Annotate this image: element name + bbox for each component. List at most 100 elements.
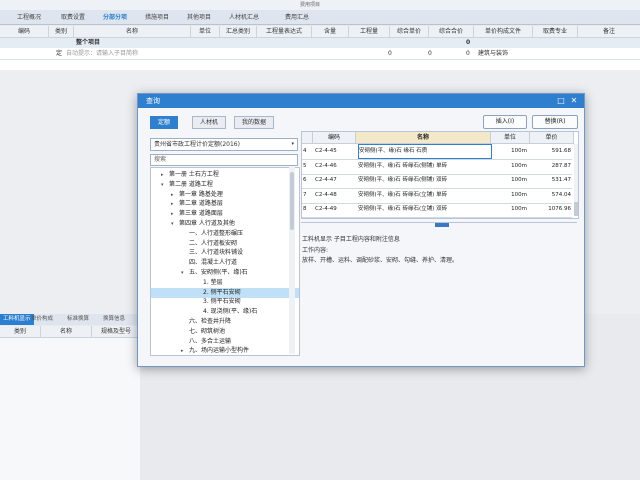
- col-header-price[interactable]: 单价: [530, 132, 574, 144]
- close-icon[interactable]: ✕: [569, 95, 579, 106]
- collapse-icon[interactable]: ▾: [181, 268, 189, 278]
- col-header-quantity[interactable]: 工程量: [349, 26, 390, 38]
- col-header-unit-price[interactable]: 综合单价: [390, 26, 429, 38]
- col-header-name[interactable]: 名称: [74, 26, 191, 38]
- tree-node[interactable]: 二、人行道板安砌: [151, 239, 299, 249]
- tree-node-label: 第一册 土石方工程: [169, 171, 219, 178]
- row-index: 7: [303, 191, 307, 198]
- col-header-code[interactable]: 编码: [313, 132, 356, 144]
- insert-button[interactable]: 插入(I): [483, 115, 527, 129]
- tab-unit-price-composition[interactable]: 单价构成: [28, 314, 56, 325]
- collapse-icon[interactable]: ▾: [171, 219, 179, 229]
- tab-my-data[interactable]: 我的数据: [234, 116, 275, 129]
- collapse-icon[interactable]: ▾: [161, 180, 169, 190]
- tree-node[interactable]: ▾ 第四章 人行道及其他: [151, 219, 299, 229]
- tree-node-label: 第三章 道路面层: [179, 210, 223, 218]
- tab-subitems[interactable]: 分部分项: [100, 12, 130, 23]
- search-placeholder: 搜索: [154, 156, 167, 163]
- tree-node-label: 九、场内运输小型构件: [189, 347, 250, 355]
- table-row[interactable]: 8 C2-4-49 安砌侧(平、缘)石 砖缘石(立铺) 双砖 100m 1076.96: [302, 202, 572, 218]
- tree-node[interactable]: 3. 侧平石安砌: [151, 297, 299, 307]
- col-header-type[interactable]: 类别: [49, 26, 74, 38]
- expand-icon[interactable]: ▸: [171, 199, 179, 209]
- tab-project-overview[interactable]: 工程概况: [14, 12, 44, 23]
- work-content-label: 工作内容:: [302, 247, 329, 254]
- row-code: C2-4-46: [315, 162, 337, 169]
- lower-tab-bar: 工料机显示 单价构成 标准换算 换算信息: [0, 314, 140, 325]
- row-unit-price: 0: [428, 50, 432, 57]
- expand-icon[interactable]: ▸: [171, 209, 179, 219]
- row-quantity: 0: [388, 50, 392, 57]
- app-tab-bar: 工程概况 取费设置 分部分项 措施项目 其他项目 人材机汇总 费用汇总: [0, 10, 640, 25]
- splitter-handle-icon[interactable]: [435, 223, 449, 227]
- col-header-summary-type[interactable]: 汇总类别: [220, 26, 257, 38]
- row-type: 定: [56, 50, 63, 57]
- tree-node[interactable]: 一、人行道整形碾压: [151, 229, 299, 239]
- tree-node-label: 3. 侧平石安砌: [203, 298, 241, 306]
- quota-library-select[interactable]: 贵州省市政工程计价定额(2016) ▾: [150, 138, 298, 151]
- tree-node[interactable]: 八、多合土运输: [151, 337, 299, 347]
- tab-cost-summary[interactable]: 费用汇总: [282, 12, 312, 23]
- tab-resource-summary[interactable]: 人材机汇总: [226, 12, 262, 23]
- expand-icon[interactable]: ▸: [181, 346, 189, 355]
- tree-node[interactable]: ▸ 第一章 路基处理: [151, 190, 299, 200]
- tree-node[interactable]: ▸ 九、场内运输小型构件: [151, 346, 299, 355]
- tab-resources[interactable]: 人材机: [192, 116, 227, 129]
- tree-node[interactable]: ▾ 五、安砌侧(平、缘)石: [151, 268, 299, 278]
- col-header-name[interactable]: 名称: [356, 132, 491, 144]
- main-grid: 编码 类别 名称 单位 汇总类别 工程量表达式 含量 工程量 综合单价 综合合价…: [0, 26, 640, 70]
- lower-col-spec[interactable]: 规格及型号: [92, 326, 141, 338]
- chapter-tree: ▸ 第一册 土石方工程 ▾ 第二册 道路工程 ▸ 第一章 路基处理 ▸ 第二章 道路基层 ▸ 第三…: [150, 167, 300, 356]
- row-index: 6: [303, 177, 307, 183]
- row-unit: 100m: [511, 206, 527, 212]
- maximize-icon[interactable]: □: [556, 95, 566, 106]
- expand-icon[interactable]: ▸: [171, 190, 179, 200]
- table-row[interactable]: 定 自动提示：请输入子目简称 0 0 0 建筑与装饰: [0, 49, 640, 60]
- expand-icon[interactable]: ▸: [161, 170, 169, 180]
- lower-col-type[interactable]: 类别: [0, 326, 41, 338]
- table-scrollbar-thumb[interactable]: [574, 202, 578, 216]
- search-input[interactable]: 搜索: [150, 154, 298, 166]
- tab-fee-settings[interactable]: 取费设置: [58, 12, 88, 23]
- col-header-total[interactable]: 综合合价: [429, 26, 474, 38]
- row-unit: 100m: [511, 177, 527, 183]
- col-header-unit[interactable]: 单位: [491, 132, 530, 144]
- tree-node[interactable]: 七、砌筑树池: [151, 327, 299, 337]
- replace-button[interactable]: 替换(R): [532, 115, 578, 129]
- tab-measures[interactable]: 措施项目: [142, 12, 172, 23]
- tree-node[interactable]: 1. 垫层: [151, 278, 299, 288]
- tab-quota[interactable]: 定额: [150, 116, 179, 129]
- tree-node[interactable]: ▸ 第三章 道路面层: [151, 209, 299, 219]
- tree-node[interactable]: 4. 现浇侧(平、缘)石: [151, 307, 299, 317]
- col-header-fee-category[interactable]: 取费专业: [533, 26, 578, 38]
- tab-standard-conversion[interactable]: 标准换算: [64, 314, 92, 325]
- tree-node-label: 第一章 路基处理: [179, 190, 223, 198]
- chevron-down-icon[interactable]: ▾: [291, 139, 294, 150]
- col-header-remark[interactable]: 备注: [578, 26, 640, 38]
- tree-node[interactable]: 四、混凝土人行道: [151, 258, 299, 268]
- row-price: 287.87: [551, 162, 571, 169]
- tree-node[interactable]: 三、人行道块料铺设: [151, 248, 299, 258]
- tree-node[interactable]: ▸ 第一册 土石方工程: [151, 170, 299, 180]
- tree-scrollbar-thumb[interactable]: [290, 172, 294, 230]
- tree-node[interactable]: ▸ 第二章 道路基层: [151, 199, 299, 209]
- col-header-price-file[interactable]: 单价构成文件: [474, 26, 533, 38]
- row-price: 574.04: [551, 191, 571, 198]
- dialog-title-bar: 查询 □ ✕: [138, 94, 584, 108]
- tree-node[interactable]: 六、检查井升降: [151, 317, 299, 327]
- col-header-unit[interactable]: 单位: [191, 26, 220, 38]
- tree-node-label: 五、安砌侧(平、缘)石: [189, 269, 248, 276]
- col-header-code[interactable]: 编码: [0, 26, 49, 38]
- tree-node-label: 4. 现浇侧(平、缘)石: [203, 308, 258, 316]
- tab-conversion-info[interactable]: 换算信息: [100, 314, 128, 325]
- tab-other-items[interactable]: 其他项目: [184, 12, 214, 23]
- lower-grid: 类别 名称 规格及型号: [0, 326, 141, 480]
- table-row[interactable]: 整个项目 0: [0, 38, 640, 48]
- lower-col-name[interactable]: 名称: [41, 326, 92, 338]
- col-header-content[interactable]: 含量: [312, 26, 349, 38]
- row-unit: 100m: [511, 191, 527, 198]
- col-header-quantity-expr[interactable]: 工程量表达式: [257, 26, 312, 38]
- tree-node[interactable]: ▾ 第二册 道路工程: [151, 180, 299, 190]
- tree-node[interactable]: 2. 侧平石安砌: [151, 287, 299, 298]
- row-name-input[interactable]: 自动提示：请输入子目简称: [66, 49, 138, 59]
